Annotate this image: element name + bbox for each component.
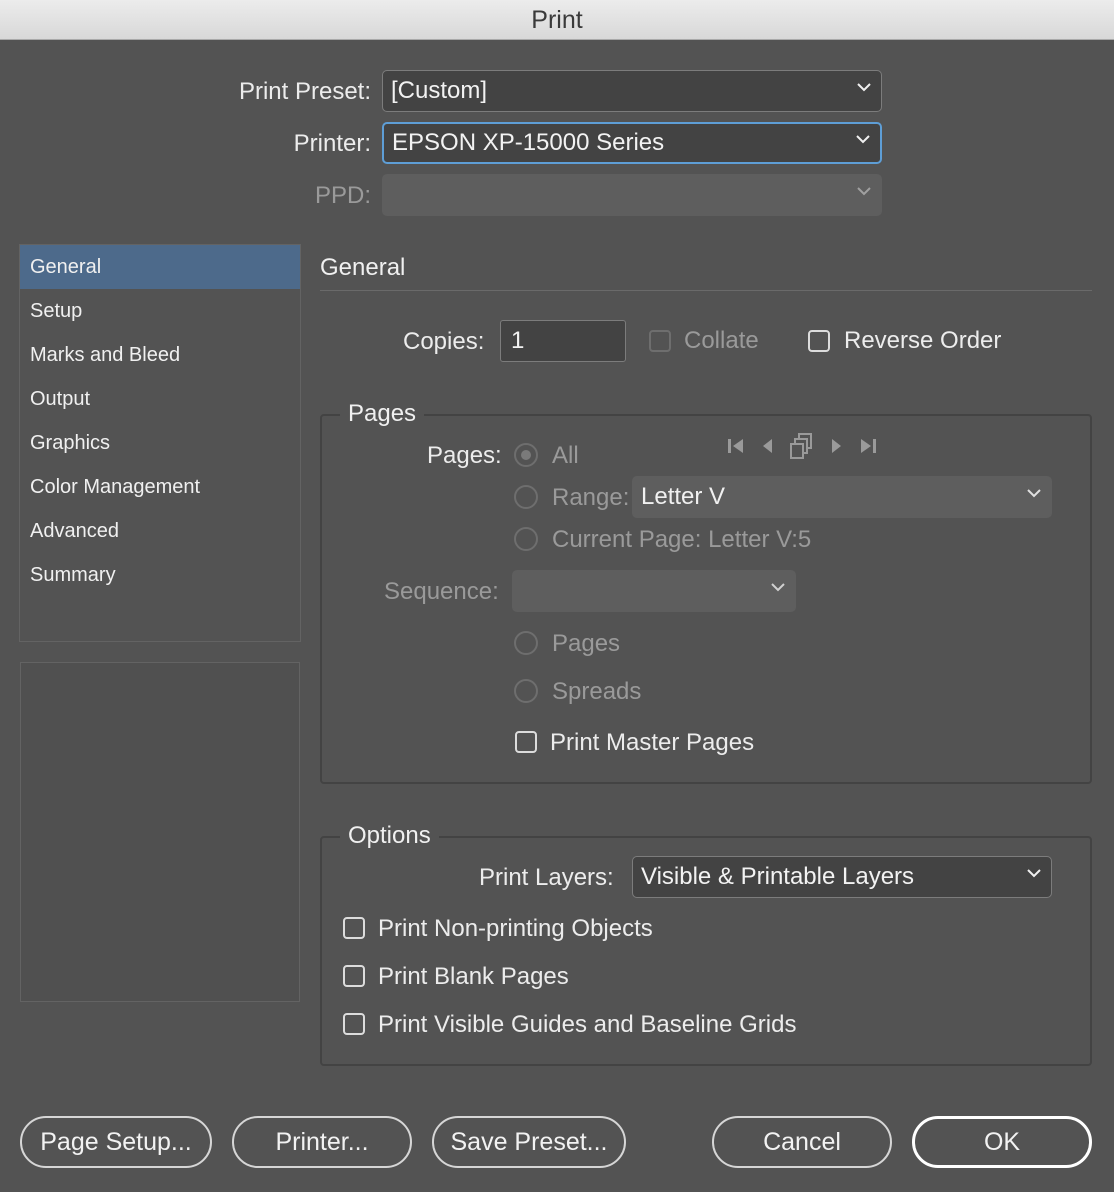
- sidebar-item-color-management[interactable]: Color Management: [20, 465, 300, 509]
- print-guides-label: Print Visible Guides and Baseline Grids: [378, 1011, 797, 1038]
- print-master-pages-checkbox[interactable]: [515, 731, 537, 753]
- window-title: Print: [0, 0, 1114, 40]
- previous-page-icon[interactable]: [760, 437, 774, 460]
- reverse-order-label: Reverse Order: [844, 327, 1002, 354]
- print-nonprinting-label: Print Non-printing Objects: [378, 915, 653, 942]
- options-group-title: Options: [340, 822, 439, 850]
- current-page-label: Current Page: Letter V:5: [552, 526, 812, 553]
- first-page-icon[interactable]: [726, 437, 746, 460]
- printer-value: EPSON XP-15000 Series: [392, 129, 665, 156]
- last-page-icon[interactable]: [858, 437, 878, 460]
- sequence-pages-radio[interactable]: [514, 631, 538, 655]
- ok-button[interactable]: OK: [912, 1116, 1092, 1168]
- chevron-down-icon: [856, 134, 870, 146]
- print-layers-label: Print Layers:: [479, 864, 614, 891]
- print-layers-select[interactable]: Visible & Printable Layers: [632, 856, 1052, 898]
- reverse-order-checkbox[interactable]: [808, 330, 830, 352]
- printer-select[interactable]: EPSON XP-15000 Series: [382, 122, 882, 164]
- chevron-down-icon: [857, 82, 871, 94]
- sidebar-item-graphics[interactable]: Graphics: [20, 421, 300, 465]
- sidebar-item-marks-and-bleed[interactable]: Marks and Bleed: [20, 333, 300, 377]
- section-divider: [320, 290, 1092, 291]
- print-blank-pages-checkbox[interactable]: [343, 965, 365, 987]
- collate-checkbox[interactable]: [649, 330, 671, 352]
- print-guides-checkbox[interactable]: [343, 1013, 365, 1035]
- save-preset-button[interactable]: Save Preset...: [432, 1116, 626, 1168]
- copies-label: Copies:: [403, 328, 485, 355]
- ppd-select[interactable]: [382, 174, 882, 216]
- current-page-radio[interactable]: [514, 527, 538, 551]
- cancel-button[interactable]: Cancel: [712, 1116, 892, 1168]
- range-select[interactable]: Letter V: [632, 476, 1052, 518]
- print-nonprinting-checkbox[interactable]: [343, 917, 365, 939]
- chevron-down-icon: [1027, 488, 1041, 500]
- page-copies-icon[interactable]: [788, 432, 816, 465]
- print-preset-value: [Custom]: [391, 77, 488, 104]
- printer-label: Printer:: [293, 130, 371, 157]
- sequence-pages-label: Pages: [552, 630, 621, 657]
- range-value: Letter V: [641, 483, 726, 510]
- section-heading: General: [320, 254, 406, 281]
- range-radio[interactable]: [514, 485, 538, 509]
- collate-label: Collate: [684, 327, 759, 354]
- chevron-down-icon: [771, 582, 785, 594]
- sequence-spreads-radio[interactable]: [514, 679, 538, 703]
- sequence-spreads-label: Spreads: [552, 678, 642, 705]
- sidebar-item-setup[interactable]: Setup: [20, 289, 300, 333]
- ppd-label: PPD:: [314, 182, 371, 209]
- print-preset-select[interactable]: [Custom]: [382, 70, 882, 112]
- chevron-down-icon: [1027, 868, 1041, 880]
- page-navigation: [726, 432, 902, 465]
- sequence-select[interactable]: [512, 570, 796, 612]
- print-preset-label: Print Preset:: [238, 78, 371, 105]
- page-setup-button[interactable]: Page Setup...: [20, 1116, 212, 1168]
- range-label: Range:: [552, 484, 630, 511]
- sidebar-item-output[interactable]: Output: [20, 377, 300, 421]
- next-page-icon[interactable]: [830, 437, 844, 460]
- pages-label: Pages:: [427, 442, 502, 469]
- chevron-down-icon: [857, 186, 871, 198]
- page-preview: [20, 662, 300, 1002]
- copies-input[interactable]: 1: [500, 320, 626, 362]
- all-pages-radio[interactable]: [514, 443, 538, 467]
- category-list: General Setup Marks and Bleed Output Gra…: [19, 244, 301, 642]
- print-master-pages-label: Print Master Pages: [550, 729, 755, 756]
- sidebar-item-advanced[interactable]: Advanced: [20, 509, 300, 553]
- sidebar-item-summary[interactable]: Summary: [20, 553, 300, 597]
- print-blank-pages-label: Print Blank Pages: [378, 963, 569, 990]
- sidebar-item-general[interactable]: General: [20, 245, 300, 289]
- all-pages-label: All: [552, 442, 579, 469]
- printer-button[interactable]: Printer...: [232, 1116, 412, 1168]
- pages-group-title: Pages: [340, 400, 425, 428]
- print-layers-value: Visible & Printable Layers: [641, 863, 915, 890]
- sequence-label: Sequence:: [384, 578, 499, 605]
